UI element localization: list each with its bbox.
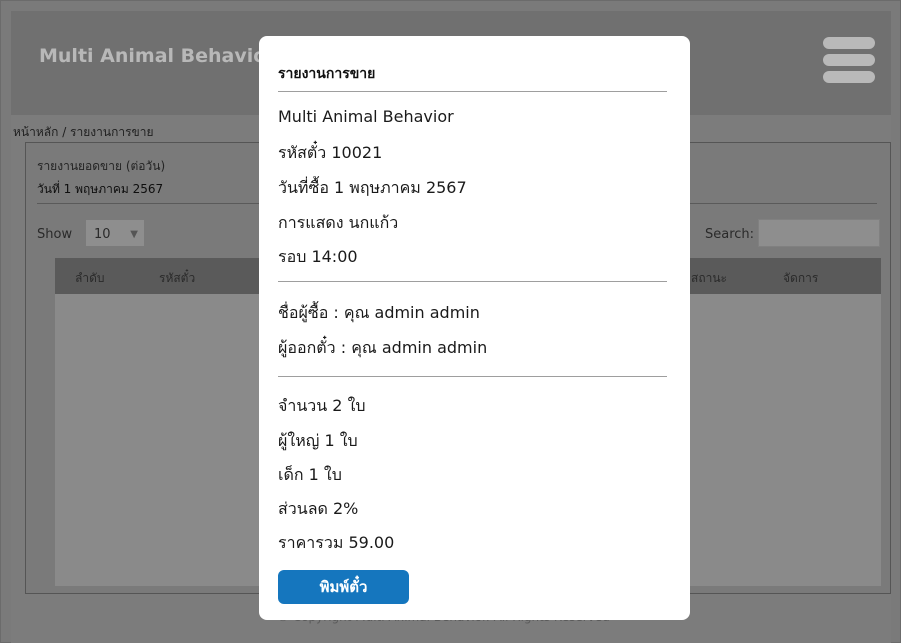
brand-title: Multi Animal Behavior bbox=[39, 45, 276, 67]
purchase-date: วันที่ซื้อ 1 พฤษภาคม 2567 bbox=[278, 178, 467, 197]
show-name: การแสดง นกแก้ว bbox=[278, 213, 399, 232]
report-title: รายงานยอดขาย (ต่อวัน) bbox=[37, 159, 166, 173]
discount: ส่วนลด 2% bbox=[278, 499, 359, 518]
modal-divider bbox=[278, 91, 667, 92]
adult-count: ผู้ใหญ่ 1 ใบ bbox=[278, 431, 358, 450]
show-entries-select[interactable]: 10 ▼ bbox=[85, 219, 145, 247]
search-label: Search: bbox=[705, 227, 755, 242]
chevron-down-icon: ▼ bbox=[130, 229, 138, 240]
company-name: Multi Animal Behavior bbox=[278, 107, 454, 126]
show-entries-value: 10 bbox=[94, 227, 111, 242]
print-ticket-button[interactable]: พิมพ์ตั๋ว bbox=[278, 570, 409, 604]
show-round: รอบ 14:00 bbox=[278, 247, 358, 266]
total-price: ราคารวม 59.00 bbox=[278, 533, 395, 552]
sales-report-modal: รายงานการขาย Multi Animal Behavior รหัสต… bbox=[259, 36, 690, 620]
child-count: เด็ก 1 ใบ bbox=[278, 465, 342, 484]
modal-divider bbox=[278, 376, 667, 377]
ticket-issuer: ผู้ออกตั๋ว : คุณ admin admin bbox=[278, 338, 488, 357]
show-entries-label: Show bbox=[37, 227, 73, 242]
breadcrumb: หน้าหลัก / รายงานการขาย bbox=[13, 125, 154, 139]
ticket-code: รหัสตั๋ว 10021 bbox=[278, 143, 383, 162]
column-header-status[interactable]: สถานะ bbox=[691, 269, 727, 288]
buyer-name: ชื่อผู้ซื้อ : คุณ admin admin bbox=[278, 303, 480, 322]
column-header-index[interactable]: ลำดับ bbox=[75, 269, 105, 288]
report-date: วันที่ 1 พฤษภาคม 2567 bbox=[37, 182, 164, 196]
column-header-manage[interactable]: จัดการ bbox=[783, 269, 818, 288]
column-header-ticket-code[interactable]: รหัสตั๋ว bbox=[159, 269, 195, 288]
search-input[interactable] bbox=[758, 219, 880, 247]
modal-title: รายงานการขาย bbox=[278, 66, 376, 82]
modal-divider bbox=[278, 281, 667, 282]
ticket-quantity: จำนวน 2 ใบ bbox=[278, 396, 366, 415]
hamburger-menu-icon[interactable] bbox=[823, 37, 875, 83]
